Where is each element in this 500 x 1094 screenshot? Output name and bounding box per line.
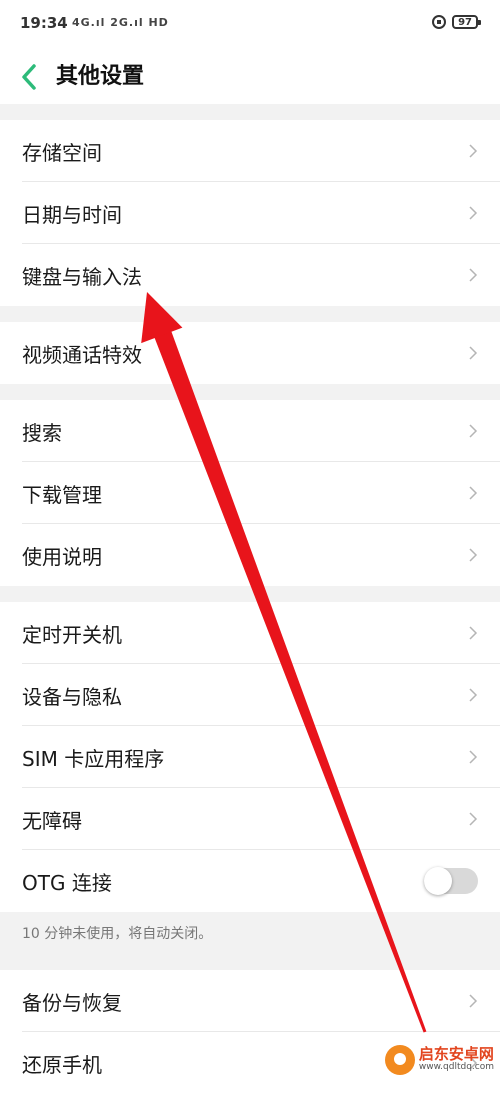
- chevron-right-icon: [469, 688, 478, 702]
- chevron-right-icon: [469, 268, 478, 282]
- settings-item-storage[interactable]: 存储空间: [0, 120, 500, 182]
- chevron-right-icon: [469, 144, 478, 158]
- settings-item-keyboard-input[interactable]: 键盘与输入法: [0, 244, 500, 306]
- settings-item-label: 存储空间: [22, 140, 102, 165]
- back-button[interactable]: [14, 60, 46, 94]
- settings-item-label: 无障碍: [22, 808, 82, 833]
- settings-item-label: 定时开关机: [22, 622, 122, 647]
- settings-item-label: 视频通话特效: [22, 342, 142, 367]
- settings-group-search: 搜索 下载管理 使用说明: [0, 400, 500, 586]
- signal-icon: 4G.ıl 2G.ıl HD: [72, 16, 169, 29]
- settings-item-label: OTG 连接: [22, 870, 112, 895]
- group-gap: [0, 586, 500, 602]
- settings-item-label: SIM 卡应用程序: [22, 746, 165, 771]
- settings-item-label: 设备与隐私: [22, 684, 122, 709]
- chevron-right-icon: [469, 346, 478, 360]
- watermark-name: 启东安卓网: [418, 1045, 494, 1064]
- chevron-right-icon: [469, 486, 478, 500]
- settings-item-video-call-effects[interactable]: 视频通话特效: [0, 322, 500, 384]
- status-time: 19:34: [20, 14, 68, 32]
- chevron-right-icon: [469, 424, 478, 438]
- page-header: 其他设置: [0, 50, 500, 104]
- settings-item-scheduled-power[interactable]: 定时开关机: [0, 602, 500, 664]
- settings-item-sim-apps[interactable]: SIM 卡应用程序: [0, 726, 500, 788]
- settings-list: 存储空间 日期与时间 键盘与输入法 视频通话特效 搜索 下载管理 使用说明 定时…: [0, 104, 500, 1094]
- settings-item-label: 下载管理: [22, 482, 102, 507]
- otg-note: 10 分钟未使用，将自动关闭。: [0, 912, 500, 970]
- chevron-left-icon: [22, 64, 36, 90]
- settings-item-label: 日期与时间: [22, 202, 122, 227]
- settings-group-system: 定时开关机 设备与隐私 SIM 卡应用程序 无障碍 OTG 连接: [0, 602, 500, 912]
- chevron-right-icon: [469, 994, 478, 1008]
- group-gap: [0, 104, 500, 120]
- settings-item-search[interactable]: 搜索: [0, 400, 500, 462]
- chevron-right-icon: [469, 812, 478, 826]
- chevron-right-icon: [469, 548, 478, 562]
- group-gap: [0, 306, 500, 322]
- settings-item-label: 备份与恢复: [22, 990, 122, 1015]
- rotation-lock-icon: [432, 15, 447, 29]
- settings-item-label: 还原手机: [22, 1052, 102, 1077]
- status-bar: 19:34 4G.ıl 2G.ıl HD 97: [0, 0, 500, 50]
- chevron-right-icon: [469, 206, 478, 220]
- settings-item-date-time[interactable]: 日期与时间: [0, 182, 500, 244]
- chevron-right-icon: [469, 750, 478, 764]
- page-title: 其他设置: [56, 64, 145, 89]
- settings-item-label: 键盘与输入法: [22, 264, 142, 289]
- settings-item-user-guide[interactable]: 使用说明: [0, 524, 500, 586]
- toggle-knob: [424, 867, 452, 895]
- group-gap: [0, 384, 500, 400]
- watermark: 启东安卓网 www.qdltdq.com: [384, 1045, 494, 1075]
- settings-group-video: 视频通话特效: [0, 322, 500, 384]
- settings-group-storage: 存储空间 日期与时间 键盘与输入法: [0, 120, 500, 306]
- settings-group-backup: 备份与恢复 还原手机: [0, 970, 500, 1094]
- otg-toggle[interactable]: [424, 867, 478, 895]
- settings-item-label: 搜索: [22, 420, 62, 445]
- watermark-url: www.qdltdq.com: [418, 1062, 494, 1073]
- watermark-logo-icon: [384, 1045, 415, 1075]
- chevron-right-icon: [469, 626, 478, 640]
- settings-item-otg: OTG 连接: [0, 850, 500, 912]
- settings-item-download-manager[interactable]: 下载管理: [0, 462, 500, 524]
- settings-item-accessibility[interactable]: 无障碍: [0, 788, 500, 850]
- settings-item-device-privacy[interactable]: 设备与隐私: [0, 664, 500, 726]
- battery-icon: 97: [452, 15, 481, 29]
- settings-item-label: 使用说明: [22, 544, 102, 569]
- settings-item-backup-restore[interactable]: 备份与恢复: [0, 970, 500, 1032]
